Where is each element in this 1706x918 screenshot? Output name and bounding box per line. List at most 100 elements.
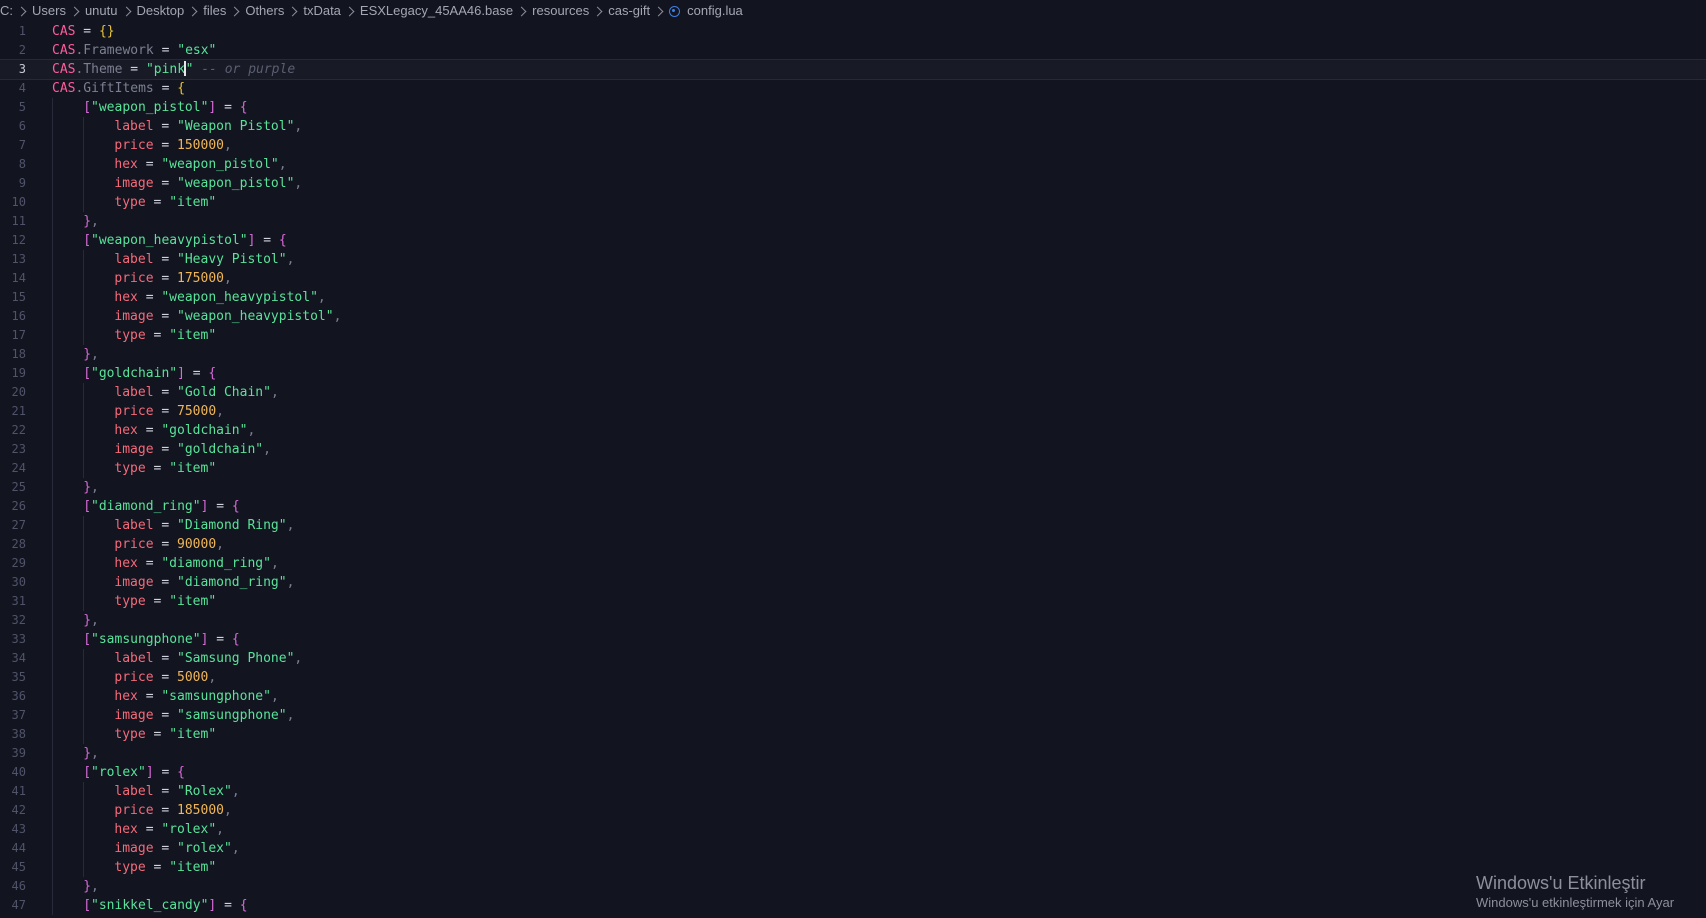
breadcrumb-segment[interactable]: Users — [32, 0, 66, 22]
code-token: = — [153, 81, 178, 96]
code-token: "weapon_heavypistol" — [177, 309, 334, 324]
code-token: price — [114, 138, 154, 153]
code-token: , — [216, 537, 224, 552]
code-line[interactable]: 10 type = "item" — [0, 193, 1706, 212]
code-token: } — [83, 480, 92, 495]
code-line[interactable]: 1 CAS = {} — [0, 22, 1706, 41]
code-token: = — [145, 195, 170, 210]
indent-guide — [52, 497, 53, 516]
code-token: = — [137, 822, 162, 837]
code-line[interactable]: 3 CAS.Theme = "pink" -- or purple — [0, 59, 1706, 80]
code-line[interactable]: 24 type = "item" — [0, 459, 1706, 478]
code-token: "pink — [145, 62, 186, 77]
code-line[interactable]: 36 hex = "samsungphone", — [0, 687, 1706, 706]
indent-guide — [52, 896, 53, 915]
code-line[interactable]: 25}, — [0, 478, 1706, 497]
code-line[interactable]: 22 hex = "goldchain", — [0, 421, 1706, 440]
code-line[interactable]: 17 type = "item" — [0, 326, 1706, 345]
code-text: ["goldchain"] = { — [83, 364, 216, 383]
breadcrumb-segment[interactable]: unutu — [85, 0, 118, 22]
code-line[interactable]: 31 type = "item" — [0, 592, 1706, 611]
code-line[interactable]: 45 type = "item" — [0, 858, 1706, 877]
line-number: 36 — [11, 689, 26, 703]
breadcrumb-segment[interactable]: Others — [245, 0, 284, 22]
code-token: hex — [114, 290, 138, 305]
code-text: ["snikkel_candy"] = { — [83, 896, 247, 915]
code-line[interactable]: 38 type = "item" — [0, 725, 1706, 744]
code-line[interactable]: 39}, — [0, 744, 1706, 763]
code-line[interactable]: 27 label = "Diamond Ring", — [0, 516, 1706, 535]
breadcrumb-segment[interactable]: txData — [303, 0, 341, 22]
code-line[interactable]: 29 hex = "diamond_ring", — [0, 554, 1706, 573]
code-line[interactable]: 33 ["samsungphone"] = { — [0, 630, 1706, 649]
code-token: [ — [83, 233, 92, 248]
breadcrumb-segment[interactable]: resources — [532, 0, 589, 22]
code-token: "item" — [169, 594, 217, 609]
code-line[interactable]: 44 image = "rolex", — [0, 839, 1706, 858]
code-token: { — [239, 898, 248, 913]
code-line[interactable]: 4 CAS.GiftItems = { — [0, 79, 1706, 98]
code-line[interactable]: 34 label = "Samsung Phone", — [0, 649, 1706, 668]
code-line[interactable]: 23 image = "goldchain", — [0, 440, 1706, 459]
code-token: , — [216, 822, 224, 837]
breadcrumb-segment[interactable]: ESXLegacy_45AA46.base — [360, 0, 513, 22]
code-line[interactable]: 40 ["rolex"] = { — [0, 763, 1706, 782]
code-line[interactable]: 18}, — [0, 345, 1706, 364]
indent-guide — [83, 307, 85, 326]
breadcrumb-segment[interactable]: cas-gift — [608, 0, 650, 22]
line-number: 10 — [11, 195, 26, 209]
code-token: = — [153, 670, 178, 685]
code-line[interactable]: 12 ["weapon_heavypistol"] = { — [0, 231, 1706, 250]
code-line[interactable]: 46}, — [0, 877, 1706, 896]
code-line[interactable]: 19 ["goldchain"] = { — [0, 364, 1706, 383]
indent-guide — [52, 307, 53, 326]
code-token: "item" — [169, 195, 217, 210]
code-line[interactable]: 9 image = "weapon_pistol", — [0, 174, 1706, 193]
code-token: , — [223, 271, 232, 286]
code-line[interactable]: 11}, — [0, 212, 1706, 231]
code-token: "item" — [169, 461, 217, 476]
code-line[interactable]: 41 label = "Rolex", — [0, 782, 1706, 801]
breadcrumb-segment[interactable]: Desktop — [137, 0, 185, 22]
code-line[interactable]: 43 hex = "rolex", — [0, 820, 1706, 839]
breadcrumb-segment[interactable]: C: — [0, 0, 13, 22]
breadcrumb-segment[interactable]: files — [203, 0, 226, 22]
code-token: = — [122, 62, 146, 77]
windows-activation-watermark: Windows'u Etkinleştir Windows'u etkinleş… — [1476, 872, 1674, 912]
chevron-right-icon — [229, 6, 240, 16]
code-line[interactable]: 7 price = 150000, — [0, 136, 1706, 155]
code-line[interactable]: 35 price = 5000, — [0, 668, 1706, 687]
code-line[interactable]: 6 label = "Weapon Pistol", — [0, 117, 1706, 136]
breadcrumb-file[interactable]: config.lua — [687, 0, 743, 22]
indent-guide — [52, 820, 53, 839]
code-text: label = "Weapon Pistol", — [114, 117, 302, 136]
code-editor[interactable]: 1 CAS = {} 2 CAS.Framework = "esx" 3 CAS.Them… — [0, 22, 1706, 918]
code-line[interactable]: 5 ["weapon_pistol"] = { — [0, 98, 1706, 117]
code-line[interactable]: 20 label = "Gold Chain", — [0, 383, 1706, 402]
code-line[interactable]: 47 ["snikkel_candy"] = { — [0, 896, 1706, 915]
code-line[interactable]: 14 price = 175000, — [0, 269, 1706, 288]
code-line[interactable]: 28 price = 90000, — [0, 535, 1706, 554]
code-line[interactable]: 16 image = "weapon_heavypistol", — [0, 307, 1706, 326]
code-line[interactable]: 2 CAS.Framework = "esx" — [0, 41, 1706, 60]
code-line[interactable]: 15 hex = "weapon_heavypistol", — [0, 288, 1706, 307]
indent-guide — [83, 193, 85, 212]
line-number: 5 — [18, 100, 26, 114]
code-text: hex = "weapon_pistol", — [114, 155, 286, 174]
code-token: type — [114, 328, 146, 343]
code-line[interactable]: 26 ["diamond_ring"] = { — [0, 497, 1706, 516]
indent-guide — [83, 573, 85, 592]
code-text: CAS.Theme = "pink" -- or purple — [52, 60, 295, 79]
code-line[interactable]: 42 price = 185000, — [0, 801, 1706, 820]
code-line[interactable]: 13 label = "Heavy Pistol", — [0, 250, 1706, 269]
code-line[interactable]: 21 price = 75000, — [0, 402, 1706, 421]
code-line[interactable]: 8 hex = "weapon_pistol", — [0, 155, 1706, 174]
code-token: "diamond_ring" — [161, 556, 271, 571]
indent-guide — [52, 326, 53, 345]
code-line[interactable]: 32}, — [0, 611, 1706, 630]
code-line[interactable]: 37 image = "samsungphone", — [0, 706, 1706, 725]
code-token: { — [239, 100, 248, 115]
code-line[interactable]: 30 image = "diamond_ring", — [0, 573, 1706, 592]
line-number: 45 — [11, 860, 26, 874]
line-number: 37 — [11, 708, 26, 722]
